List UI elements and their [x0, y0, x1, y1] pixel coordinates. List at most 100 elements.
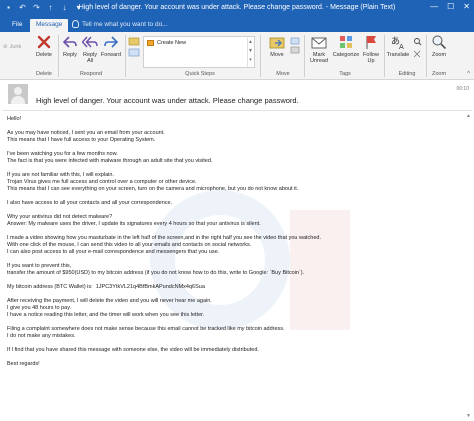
delete-icon	[36, 34, 52, 50]
translate-icon: あA	[390, 34, 406, 51]
body-line: Answer: My malware uses the driver, I up…	[7, 221, 261, 227]
respond-group-label: Respond	[79, 71, 103, 77]
body-line: I can also post access to all your e-mai…	[7, 249, 220, 255]
reply-label: Reply	[62, 52, 78, 58]
move-icon	[269, 34, 285, 50]
body-line: If I find that you have shared this mess…	[7, 347, 259, 353]
body-line: After receiving the payment, I will dele…	[7, 298, 212, 304]
reading-pane: 00:10 High level of danger. Your account…	[0, 80, 474, 421]
more-respond-icon[interactable]	[128, 37, 140, 61]
reply-button[interactable]: Reply	[60, 34, 80, 58]
lightbulb-icon	[72, 20, 79, 28]
scroll-down-icon[interactable]: ▼	[466, 413, 471, 419]
ribbon-separator	[426, 35, 427, 77]
close-button[interactable]: ✕	[463, 2, 470, 11]
body-line: I made a video showing how you masturbat…	[7, 235, 321, 241]
maximize-button[interactable]: ☐	[447, 2, 454, 11]
folder-icon	[147, 40, 154, 46]
body-line: The fact is that you were infected with …	[7, 158, 213, 164]
window-controls: — ☐ ✕	[430, 2, 470, 11]
ribbon-tabs: File Message Tell me what you want to do…	[0, 17, 474, 32]
delete-button[interactable]: Delete	[33, 34, 55, 58]
categorize-label: Categorize	[332, 52, 360, 58]
title-bar: ▪ ↶ ↷ ↑ ↓ ▾ High level of danger. Your a…	[0, 0, 474, 17]
body-line: This means that I have full access to yo…	[7, 137, 156, 143]
body-line: As you may have noticed, I sent you an e…	[7, 130, 165, 136]
body-line: I've been watching you for a few months …	[7, 151, 118, 157]
editing-group-label: Editing	[398, 71, 416, 77]
message-subject: High level of danger. Your account was u…	[36, 96, 299, 105]
forward-button[interactable]: Forward	[100, 34, 122, 58]
create-new-label: Create New	[157, 40, 187, 46]
body-line: With one click of the mouse, I can send …	[7, 242, 252, 248]
body-blank-line	[7, 277, 462, 284]
minimize-button[interactable]: —	[430, 2, 438, 11]
tell-me-box[interactable]: Tell me what you want to do...	[72, 20, 168, 28]
mark-unread-button[interactable]: Mark Unread	[306, 34, 332, 64]
body-line: My bitcoin address (BTC Wallet) is: 1JPC…	[7, 284, 205, 290]
body-blank-line	[7, 354, 462, 361]
body-line: I have a notice reading this letter, and…	[7, 312, 205, 318]
body-line: Why your antivirus did not detect malwar…	[7, 214, 113, 220]
collapse-ribbon-icon[interactable]: ^	[467, 71, 470, 77]
reply-all-icon	[81, 34, 98, 50]
tab-message[interactable]: Message	[30, 19, 69, 32]
tab-file[interactable]: File	[6, 19, 28, 32]
body-line: If you want to prevent this,	[7, 263, 72, 269]
body-blank-line	[7, 228, 462, 235]
sender-avatar	[8, 84, 28, 104]
move-extra-icons[interactable]	[290, 37, 300, 63]
zoom-icon	[431, 34, 447, 50]
ribbon-separator	[58, 35, 59, 77]
tags-group-label: Tags	[339, 71, 351, 77]
avatar-head-shape	[14, 87, 22, 95]
forward-label: Forward	[100, 52, 122, 58]
mark-unread-label: Mark Unread	[309, 52, 329, 64]
categorize-icon	[338, 34, 354, 50]
gallery-scroll-icon[interactable]: ▲ ▼ ▾	[247, 38, 253, 67]
body-blank-line	[7, 256, 462, 263]
message-time: 00:10	[456, 86, 469, 92]
move-button[interactable]: Move	[264, 34, 290, 58]
body-line: transfer the amount of $950(USD) to my b…	[7, 270, 305, 276]
zoom-label: Zoom	[431, 52, 447, 58]
tell-me-placeholder: Tell me what you want to do...	[82, 20, 168, 28]
quick-steps-group-label: Quick Steps	[185, 71, 215, 77]
scroll-up-icon[interactable]: ▲	[466, 113, 471, 119]
flag-icon	[363, 34, 379, 50]
follow-up-button[interactable]: Follow Up	[360, 34, 382, 64]
reply-all-button[interactable]: Reply All	[80, 34, 100, 64]
body-line: Trojan Virus gives me full access and co…	[7, 179, 197, 185]
move-label: Move	[270, 52, 284, 58]
body-line: Hello!	[7, 116, 22, 122]
junk-label: Junk	[9, 44, 22, 50]
categorize-button[interactable]: Categorize	[332, 34, 360, 58]
move-group-label: Move	[276, 71, 290, 77]
ribbon-separator	[125, 35, 126, 77]
message-body: Hello! As you may have noticed, I sent yo…	[7, 116, 462, 368]
body-line: If you are not familiar with this, I wil…	[7, 172, 114, 178]
reply-icon	[62, 34, 78, 50]
body-line: I give you 48 hours to pay.	[7, 305, 72, 311]
body-blank-line	[7, 207, 462, 214]
ribbon-separator	[304, 35, 305, 77]
editing-extra-icons[interactable]	[412, 37, 424, 63]
quick-step-create-new[interactable]: Create New	[147, 40, 186, 46]
body-blank-line	[7, 165, 462, 172]
body-blank-line	[7, 319, 462, 326]
header-divider	[2, 110, 472, 111]
body-blank-line	[7, 144, 462, 151]
zoom-button[interactable]: Zoom	[428, 34, 450, 58]
translate-button[interactable]: あA Translate	[385, 34, 411, 58]
window-title: High level of danger. Your account was u…	[78, 4, 396, 11]
body-line: This means that I can see everything on …	[7, 186, 299, 192]
body-blank-line	[7, 193, 462, 200]
svg-text:A: A	[399, 43, 404, 50]
junk-button[interactable]: ⊘ Junk	[3, 44, 21, 50]
body-line: I also have access to all your contacts …	[7, 200, 173, 206]
body-line: Best regards!	[7, 361, 40, 367]
avatar-body-shape	[11, 96, 25, 104]
delete-group-label: Delete	[36, 71, 52, 77]
quick-steps-gallery[interactable]: Create New ▲ ▼ ▾	[143, 36, 255, 68]
reply-all-label: Reply All	[82, 52, 98, 64]
